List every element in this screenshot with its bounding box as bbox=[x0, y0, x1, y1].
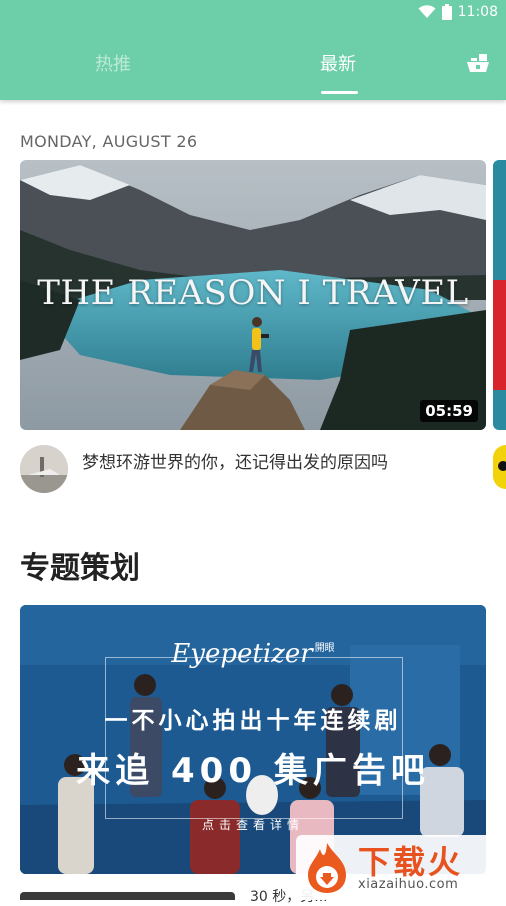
watermark: 下载火 xiazaihuo.com bbox=[296, 835, 506, 900]
next-avatar-peek[interactable] bbox=[493, 445, 506, 489]
video-card[interactable]: THE REASON I TRAVEL 05:59 bbox=[20, 160, 486, 430]
status-bar: 11:08 bbox=[0, 0, 506, 26]
ship-icon[interactable] bbox=[466, 52, 490, 74]
next-video-card-peek[interactable] bbox=[493, 160, 506, 430]
section-title: 专题策划 bbox=[20, 551, 140, 586]
promo-frame bbox=[105, 657, 403, 819]
video-overlay-title: THE REASON I TRAVEL bbox=[37, 273, 469, 313]
promo-subheadline: 来追 400 集广告吧 bbox=[76, 751, 430, 791]
promo-card[interactable]: Eyepetizer 開眼 一不小心拍出十年连续剧 来追 400 集广告吧 点击查… bbox=[20, 605, 486, 874]
app-header: 11:08 热推 最新 bbox=[0, 0, 506, 100]
avatar[interactable] bbox=[20, 445, 68, 493]
promo-logo: Eyepetizer 開眼 bbox=[171, 639, 335, 669]
watermark-url: xiazaihuo.com bbox=[358, 877, 459, 892]
promo-headline: 一不小心拍出十年连续剧 bbox=[104, 708, 402, 734]
next-item-thumbnail-peek[interactable] bbox=[20, 892, 235, 900]
flame-logo-icon bbox=[308, 843, 346, 893]
promo-cta[interactable]: 点击查看详情 bbox=[20, 816, 486, 833]
active-tab-indicator bbox=[321, 91, 358, 94]
status-time: 11:08 bbox=[457, 4, 498, 20]
wifi-icon bbox=[418, 5, 436, 18]
battery-icon bbox=[441, 4, 452, 20]
date-label: MONDAY, AUGUST 26 bbox=[20, 132, 198, 151]
video-description[interactable]: 梦想环游世界的你，还记得出发的原因吗 bbox=[82, 448, 388, 473]
tab-latest[interactable]: 最新 bbox=[320, 50, 356, 76]
duration-badge: 05:59 bbox=[420, 400, 478, 422]
tab-hot[interactable]: 热推 bbox=[95, 50, 131, 76]
